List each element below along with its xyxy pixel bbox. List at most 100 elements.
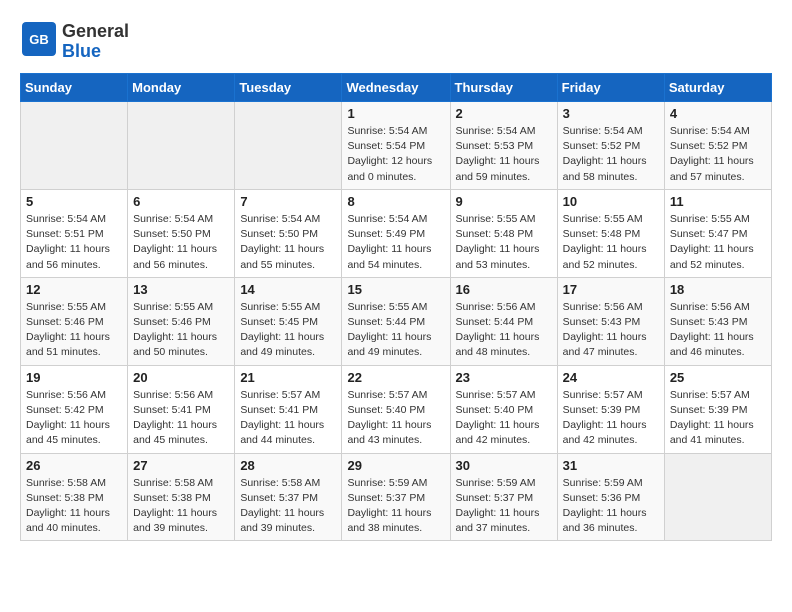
calendar-cell: 29 Sunrise: 5:59 AM Sunset: 5:37 PM Dayli… xyxy=(342,453,450,541)
header-monday: Monday xyxy=(128,74,235,102)
day-info: Sunrise: 5:55 AM Sunset: 5:45 PM Dayligh… xyxy=(240,300,336,361)
day-info: Sunrise: 5:58 AM Sunset: 5:38 PM Dayligh… xyxy=(26,476,122,537)
day-info: Sunrise: 5:54 AM Sunset: 5:50 PM Dayligh… xyxy=(133,212,229,273)
day-number: 23 xyxy=(456,370,552,385)
calendar-week-row: 26 Sunrise: 5:58 AM Sunset: 5:38 PM Dayli… xyxy=(21,453,772,541)
calendar-cell: 16 Sunrise: 5:56 AM Sunset: 5:44 PM Dayli… xyxy=(450,277,557,365)
day-number: 24 xyxy=(563,370,659,385)
day-number: 11 xyxy=(670,194,766,209)
calendar-cell: 28 Sunrise: 5:58 AM Sunset: 5:37 PM Dayli… xyxy=(235,453,342,541)
day-number: 3 xyxy=(563,106,659,121)
calendar-cell xyxy=(21,102,128,190)
day-info: Sunrise: 5:55 AM Sunset: 5:46 PM Dayligh… xyxy=(26,300,122,361)
day-number: 2 xyxy=(456,106,552,121)
calendar-cell: 19 Sunrise: 5:56 AM Sunset: 5:42 PM Dayli… xyxy=(21,365,128,453)
calendar-cell xyxy=(235,102,342,190)
day-number: 13 xyxy=(133,282,229,297)
day-info: Sunrise: 5:59 AM Sunset: 5:36 PM Dayligh… xyxy=(563,476,659,537)
calendar-cell: 20 Sunrise: 5:56 AM Sunset: 5:41 PM Dayli… xyxy=(128,365,235,453)
day-info: Sunrise: 5:57 AM Sunset: 5:40 PM Dayligh… xyxy=(347,388,444,449)
day-info: Sunrise: 5:56 AM Sunset: 5:42 PM Dayligh… xyxy=(26,388,122,449)
calendar-cell: 24 Sunrise: 5:57 AM Sunset: 5:39 PM Dayli… xyxy=(557,365,664,453)
day-number: 31 xyxy=(563,458,659,473)
header-sunday: Sunday xyxy=(21,74,128,102)
day-number: 7 xyxy=(240,194,336,209)
calendar-cell: 27Sunrise: 5:58 AM Sunset: 5:38 PM Dayli… xyxy=(128,453,235,541)
day-number: 21 xyxy=(240,370,336,385)
calendar-cell: 4Sunrise: 5:54 AM Sunset: 5:52 PM Daylig… xyxy=(664,102,771,190)
day-info: Sunrise: 5:54 AM Sunset: 5:53 PM Dayligh… xyxy=(456,124,552,185)
calendar-cell: 5 Sunrise: 5:54 AM Sunset: 5:51 PM Daylig… xyxy=(21,189,128,277)
day-info: Sunrise: 5:55 AM Sunset: 5:47 PM Dayligh… xyxy=(670,212,766,273)
day-info: Sunrise: 5:59 AM Sunset: 5:37 PM Dayligh… xyxy=(347,476,444,537)
calendar-cell: 1Sunrise: 5:54 AM Sunset: 5:54 PM Daylig… xyxy=(342,102,450,190)
calendar-cell: 17 Sunrise: 5:56 AM Sunset: 5:43 PM Dayli… xyxy=(557,277,664,365)
header-wednesday: Wednesday xyxy=(342,74,450,102)
calendar-week-row: 19 Sunrise: 5:56 AM Sunset: 5:42 PM Dayli… xyxy=(21,365,772,453)
header-thursday: Thursday xyxy=(450,74,557,102)
header-saturday: Saturday xyxy=(664,74,771,102)
day-info: Sunrise: 5:57 AM Sunset: 5:39 PM Dayligh… xyxy=(563,388,659,449)
calendar-cell: 25Sunrise: 5:57 AM Sunset: 5:39 PM Dayli… xyxy=(664,365,771,453)
day-info: Sunrise: 5:54 AM Sunset: 5:52 PM Dayligh… xyxy=(670,124,766,185)
day-number: 1 xyxy=(347,106,444,121)
page-header: GB General Blue xyxy=(20,20,772,63)
day-number: 17 xyxy=(563,282,659,297)
day-number: 10 xyxy=(563,194,659,209)
calendar-week-row: 5 Sunrise: 5:54 AM Sunset: 5:51 PM Daylig… xyxy=(21,189,772,277)
day-number: 16 xyxy=(456,282,552,297)
day-info: Sunrise: 5:56 AM Sunset: 5:43 PM Dayligh… xyxy=(670,300,766,361)
day-number: 5 xyxy=(26,194,122,209)
day-number: 26 xyxy=(26,458,122,473)
calendar-cell: 6Sunrise: 5:54 AM Sunset: 5:50 PM Daylig… xyxy=(128,189,235,277)
day-info: Sunrise: 5:56 AM Sunset: 5:43 PM Dayligh… xyxy=(563,300,659,361)
calendar-cell: 3 Sunrise: 5:54 AM Sunset: 5:52 PM Daylig… xyxy=(557,102,664,190)
calendar-cell: 12Sunrise: 5:55 AM Sunset: 5:46 PM Dayli… xyxy=(21,277,128,365)
calendar-cell: 9 Sunrise: 5:55 AM Sunset: 5:48 PM Daylig… xyxy=(450,189,557,277)
calendar-table: SundayMondayTuesdayWednesdayThursdayFrid… xyxy=(20,73,772,541)
day-info: Sunrise: 5:54 AM Sunset: 5:51 PM Dayligh… xyxy=(26,212,122,273)
logo-general: General xyxy=(62,21,129,41)
day-number: 25 xyxy=(670,370,766,385)
header-friday: Friday xyxy=(557,74,664,102)
day-info: Sunrise: 5:54 AM Sunset: 5:49 PM Dayligh… xyxy=(347,212,444,273)
day-info: Sunrise: 5:58 AM Sunset: 5:37 PM Dayligh… xyxy=(240,476,336,537)
calendar-cell: 23 Sunrise: 5:57 AM Sunset: 5:40 PM Dayli… xyxy=(450,365,557,453)
day-number: 19 xyxy=(26,370,122,385)
calendar-cell: 8 Sunrise: 5:54 AM Sunset: 5:49 PM Daylig… xyxy=(342,189,450,277)
day-info: Sunrise: 5:55 AM Sunset: 5:44 PM Dayligh… xyxy=(347,300,444,361)
logo: GB General Blue xyxy=(20,20,129,63)
day-info: Sunrise: 5:54 AM Sunset: 5:50 PM Dayligh… xyxy=(240,212,336,273)
day-info: Sunrise: 5:55 AM Sunset: 5:46 PM Dayligh… xyxy=(133,300,229,361)
day-info: Sunrise: 5:56 AM Sunset: 5:41 PM Dayligh… xyxy=(133,388,229,449)
calendar-cell: 10 Sunrise: 5:55 AM Sunset: 5:48 PM Dayli… xyxy=(557,189,664,277)
day-info: Sunrise: 5:56 AM Sunset: 5:44 PM Dayligh… xyxy=(456,300,552,361)
calendar-cell: 30Sunrise: 5:59 AM Sunset: 5:37 PM Dayli… xyxy=(450,453,557,541)
day-info: Sunrise: 5:54 AM Sunset: 5:52 PM Dayligh… xyxy=(563,124,659,185)
calendar-cell: 18 Sunrise: 5:56 AM Sunset: 5:43 PM Dayli… xyxy=(664,277,771,365)
day-number: 15 xyxy=(347,282,444,297)
calendar-cell: 7 Sunrise: 5:54 AM Sunset: 5:50 PM Daylig… xyxy=(235,189,342,277)
day-number: 18 xyxy=(670,282,766,297)
day-number: 30 xyxy=(456,458,552,473)
day-number: 28 xyxy=(240,458,336,473)
calendar-header-row: SundayMondayTuesdayWednesdayThursdayFrid… xyxy=(21,74,772,102)
calendar-cell xyxy=(664,453,771,541)
day-number: 20 xyxy=(133,370,229,385)
calendar-cell: 11 Sunrise: 5:55 AM Sunset: 5:47 PM Dayli… xyxy=(664,189,771,277)
calendar-cell: 13 Sunrise: 5:55 AM Sunset: 5:46 PM Dayli… xyxy=(128,277,235,365)
day-info: Sunrise: 5:55 AM Sunset: 5:48 PM Dayligh… xyxy=(563,212,659,273)
day-info: Sunrise: 5:55 AM Sunset: 5:48 PM Dayligh… xyxy=(456,212,552,273)
calendar-cell: 31 Sunrise: 5:59 AM Sunset: 5:36 PM Dayli… xyxy=(557,453,664,541)
day-number: 9 xyxy=(456,194,552,209)
calendar-cell: 15 Sunrise: 5:55 AM Sunset: 5:44 PM Dayli… xyxy=(342,277,450,365)
calendar-cell: 2 Sunrise: 5:54 AM Sunset: 5:53 PM Daylig… xyxy=(450,102,557,190)
day-number: 29 xyxy=(347,458,444,473)
day-number: 22 xyxy=(347,370,444,385)
day-info: Sunrise: 5:57 AM Sunset: 5:40 PM Dayligh… xyxy=(456,388,552,449)
calendar-cell: 14Sunrise: 5:55 AM Sunset: 5:45 PM Dayli… xyxy=(235,277,342,365)
day-number: 8 xyxy=(347,194,444,209)
calendar-cell: 22 Sunrise: 5:57 AM Sunset: 5:40 PM Dayli… xyxy=(342,365,450,453)
header-tuesday: Tuesday xyxy=(235,74,342,102)
day-number: 27 xyxy=(133,458,229,473)
